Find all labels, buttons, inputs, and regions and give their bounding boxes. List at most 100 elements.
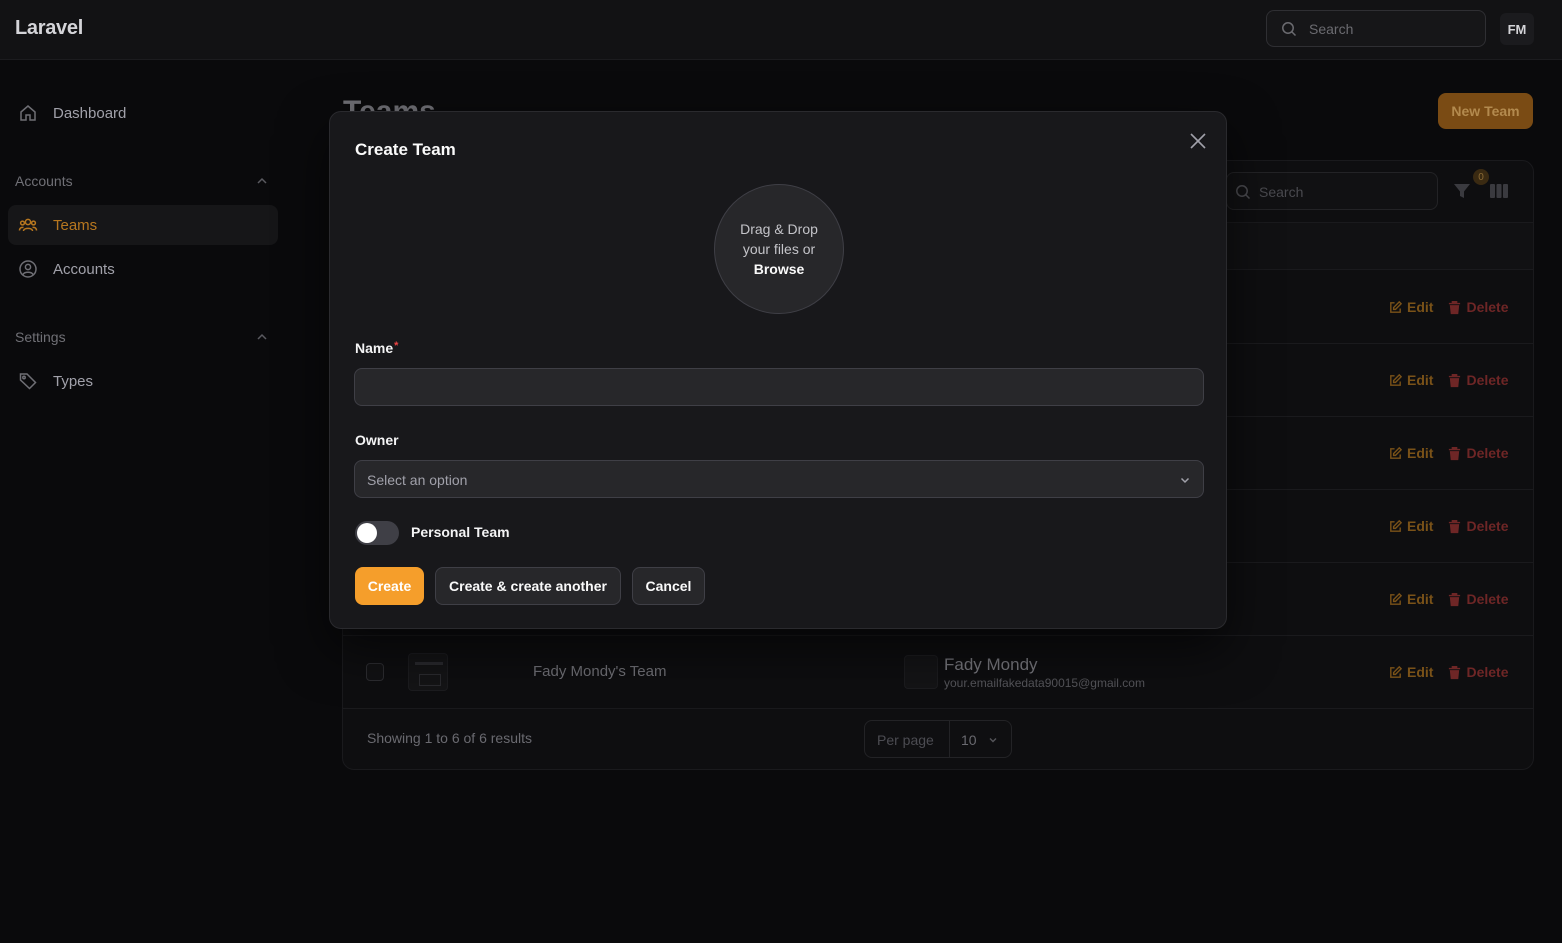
sidebar-item-label: Accounts — [53, 260, 115, 278]
row-divider — [343, 635, 1533, 636]
home-icon — [20, 105, 36, 121]
dropzone-text: your files or — [742, 241, 816, 257]
edit-icon — [1390, 665, 1403, 678]
edit-label: Edit — [1407, 664, 1434, 680]
row-actions: Edit Delete — [1388, 516, 1518, 536]
per-page-select[interactable]: Per page 10 — [864, 720, 1012, 758]
new-team-button[interactable]: New Team — [1438, 93, 1533, 129]
user-circle-icon — [19, 260, 37, 278]
brand-logo[interactable]: Laravel — [15, 17, 83, 40]
row-checkbox[interactable] — [366, 663, 384, 681]
edit-label: Edit — [1407, 591, 1434, 607]
personal-team-toggle[interactable] — [355, 521, 399, 545]
trash-icon — [1449, 592, 1461, 606]
row-actions: Edit Delete — [1388, 662, 1518, 682]
browse-link[interactable]: Browse — [754, 259, 805, 279]
sidebar-group-accounts[interactable]: Accounts — [15, 173, 73, 189]
sidebar: Dashboard Accounts Teams Accounts Settin… — [0, 61, 290, 943]
edit-label: Edit — [1407, 445, 1434, 461]
row-actions: Edit Delete — [1388, 589, 1518, 609]
required-mark: * — [394, 340, 399, 352]
delete-action[interactable]: Delete — [1447, 299, 1508, 315]
close-icon[interactable] — [1188, 131, 1208, 151]
columns-icon[interactable] — [1489, 182, 1509, 200]
edit-action[interactable]: Edit — [1388, 299, 1433, 315]
sidebar-item-types[interactable]: Types — [8, 361, 278, 401]
chevron-up-icon[interactable] — [255, 330, 269, 344]
search-placeholder: Search — [1259, 184, 1304, 200]
global-search[interactable]: Search — [1266, 10, 1486, 47]
trash-icon — [1449, 446, 1461, 460]
edit-action[interactable]: Edit — [1388, 518, 1433, 534]
chevron-up-icon[interactable] — [255, 174, 269, 188]
users-icon — [18, 218, 38, 232]
toggle-knob — [357, 523, 377, 543]
team-name: Fady Mondy's Team — [533, 663, 667, 680]
dropzone-text: Drag & Drop — [740, 221, 818, 237]
edit-icon — [1390, 519, 1403, 532]
sidebar-item-dashboard[interactable]: Dashboard — [8, 93, 278, 133]
per-page-label: Per page — [877, 732, 934, 748]
owner-placeholder: Select an option — [367, 472, 468, 488]
owner-email: your.emailfakedata90015@gmail.com — [944, 676, 1145, 690]
edit-icon — [1390, 300, 1403, 313]
sidebar-group-settings[interactable]: Settings — [15, 329, 66, 345]
delete-label: Delete — [1466, 664, 1509, 680]
personal-team-label: Personal Team — [411, 524, 510, 540]
sidebar-item-label: Teams — [53, 216, 98, 234]
table-search-input[interactable]: Search — [1226, 172, 1438, 210]
pagination-summary: Showing 1 to 6 of 6 results — [367, 730, 532, 746]
delete-label: Delete — [1466, 299, 1509, 315]
edit-icon — [1390, 373, 1403, 386]
user-avatar[interactable]: FM — [1500, 13, 1534, 45]
edit-action[interactable]: Edit — [1388, 372, 1433, 388]
per-page-divider — [949, 721, 950, 757]
search-icon — [1282, 22, 1297, 37]
edit-label: Edit — [1407, 299, 1434, 315]
chevron-down-icon — [989, 738, 997, 743]
owner-select[interactable]: Select an option — [354, 460, 1204, 498]
table-footer-divider — [343, 708, 1533, 709]
delete-action[interactable]: Delete — [1447, 664, 1508, 680]
sidebar-item-label: Dashboard — [53, 104, 127, 122]
name-label-text: Name — [355, 340, 394, 356]
search-icon — [1236, 185, 1251, 200]
delete-action[interactable]: Delete — [1447, 372, 1508, 388]
edit-action[interactable]: Edit — [1388, 664, 1433, 680]
team-avatar — [408, 653, 448, 691]
delete-label: Delete — [1466, 445, 1509, 461]
filter-count-badge: 0 — [1473, 169, 1489, 185]
search-placeholder: Search — [1309, 21, 1354, 37]
edit-label: Edit — [1407, 518, 1434, 534]
tag-icon — [19, 373, 37, 390]
delete-action[interactable]: Delete — [1447, 591, 1508, 607]
delete-label: Delete — [1466, 518, 1509, 534]
edit-icon — [1390, 446, 1403, 459]
trash-icon — [1449, 519, 1461, 533]
filter-icon[interactable] — [1452, 181, 1472, 201]
edit-action[interactable]: Edit — [1388, 591, 1433, 607]
row-actions: Edit Delete — [1388, 370, 1518, 390]
owner-avatar — [904, 655, 938, 689]
delete-action[interactable]: Delete — [1447, 518, 1508, 534]
create-button[interactable]: Create — [355, 567, 424, 605]
edit-icon — [1390, 592, 1403, 605]
create-team-modal: Create Team Drag & Drop your files or Br… — [329, 111, 1227, 629]
row-actions: Edit Delete — [1388, 443, 1518, 463]
owner-label: Owner — [355, 432, 399, 448]
cancel-button[interactable]: Cancel — [632, 567, 705, 605]
name-input[interactable] — [354, 368, 1204, 406]
delete-label: Delete — [1466, 591, 1509, 607]
sidebar-item-teams[interactable]: Teams — [8, 205, 278, 245]
trash-icon — [1449, 665, 1461, 679]
row-actions: Edit Delete — [1388, 297, 1518, 317]
top-bar: Laravel Search FM — [0, 0, 1562, 60]
create-another-button[interactable]: Create & create another — [435, 567, 621, 605]
delete-label: Delete — [1466, 372, 1509, 388]
chevron-down-icon — [1180, 477, 1190, 484]
file-dropzone[interactable]: Drag & Drop your files or Browse — [714, 184, 844, 314]
sidebar-item-accounts[interactable]: Accounts — [8, 249, 278, 289]
delete-action[interactable]: Delete — [1447, 445, 1508, 461]
edit-action[interactable]: Edit — [1388, 445, 1433, 461]
trash-icon — [1449, 373, 1461, 387]
